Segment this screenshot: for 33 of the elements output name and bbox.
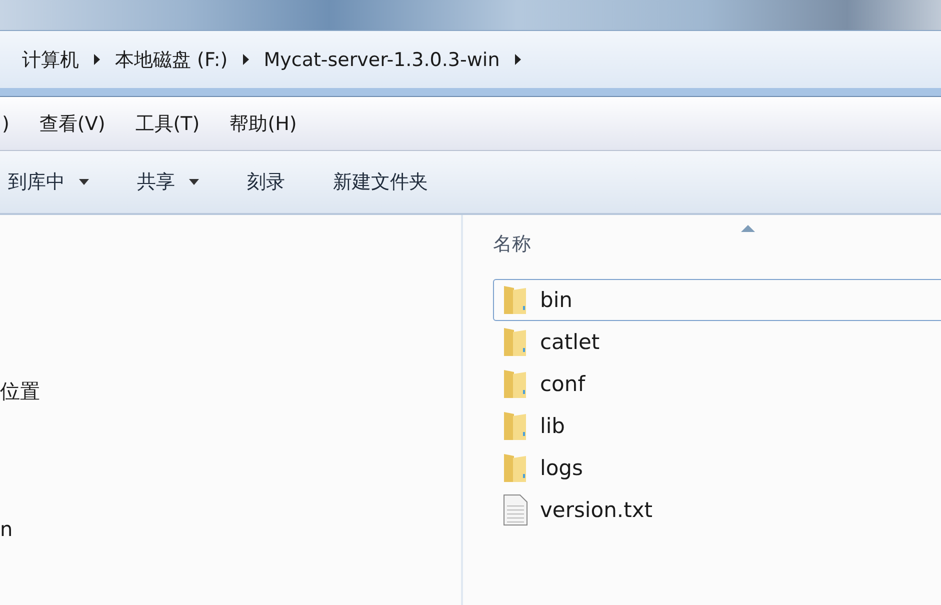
- breadcrumb-item[interactable]: Mycat-server-1.3.0.3-win: [264, 48, 500, 70]
- arrow-icon[interactable]: [93, 54, 101, 65]
- text-file-icon: [502, 494, 528, 526]
- toolbar-button[interactable]: 共享: [131, 165, 205, 199]
- address-bar[interactable]: 计算机 本地磁盘 (F:) Mycat-server-1.3.0.3-win: [0, 30, 941, 88]
- toolbar-button[interactable]: 刻录: [241, 165, 291, 199]
- menu-item[interactable]: 帮助(H): [230, 111, 297, 137]
- column-header[interactable]: 名称: [493, 231, 531, 257]
- breadcrumb-item[interactable]: 本地磁盘 (F:): [115, 46, 228, 72]
- folder-icon: [502, 410, 528, 442]
- arrow-icon[interactable]: [242, 54, 250, 65]
- file-row[interactable]: catlet: [493, 321, 941, 363]
- file-row[interactable]: conf: [493, 363, 941, 405]
- file-row[interactable]: lib: [493, 405, 941, 447]
- nav-item[interactable]: 位置: [0, 378, 40, 405]
- toolbar-button[interactable]: 新建文件夹: [327, 165, 434, 199]
- toolbar-button[interactable]: 到库中: [2, 165, 95, 199]
- folder-icon: [502, 326, 528, 358]
- caret-icon: [189, 179, 199, 185]
- menu-item[interactable]: 查看(V): [39, 111, 106, 137]
- nav-item[interactable]: n: [0, 517, 13, 541]
- arrow-icon[interactable]: [514, 54, 522, 65]
- folder-icon: [502, 284, 528, 316]
- folder-icon: [502, 368, 528, 400]
- folder-icon: [502, 452, 528, 484]
- sort-arrow-icon: [741, 225, 755, 232]
- caret-icon: [79, 179, 89, 185]
- file-row[interactable]: version.txt: [493, 489, 941, 531]
- breadcrumb-item[interactable]: 计算机: [22, 46, 79, 72]
- file-row[interactable]: bin: [493, 279, 941, 321]
- menu-item[interactable]: ): [2, 113, 10, 135]
- file-row[interactable]: logs: [493, 447, 941, 489]
- menu-item[interactable]: 工具(T): [135, 111, 200, 137]
